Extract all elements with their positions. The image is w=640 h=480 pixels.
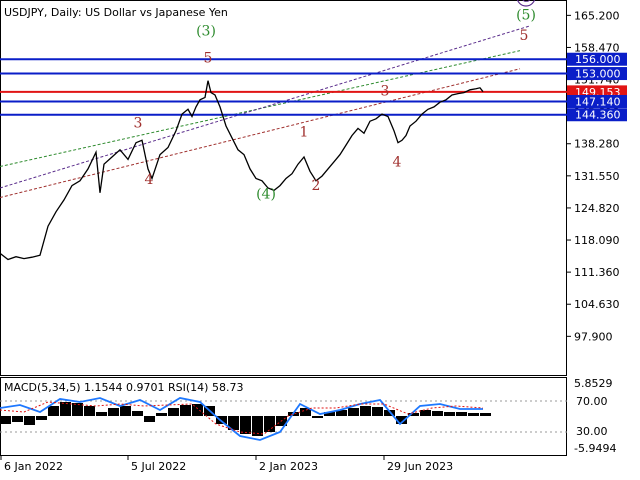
ytick-label-5: 131.550 <box>574 170 620 183</box>
macd-bar-22 <box>264 416 275 432</box>
macd-bar-9 <box>108 408 119 416</box>
level-box-label-1: 153.000 <box>575 68 621 81</box>
xtick-label-2: 2 Jan 2023 <box>259 460 318 473</box>
macd-bar-10 <box>120 406 131 416</box>
wave-label-8: 4 <box>393 155 402 171</box>
wave-label-4: (4) <box>256 186 276 202</box>
macd-bar-31 <box>372 407 383 416</box>
indicator-tick-70: 70.00 <box>576 395 608 408</box>
indicator-tick-min: -5.9494 <box>574 442 616 455</box>
ytick-label-4: 138.280 <box>574 138 620 151</box>
macd-bar-1 <box>12 416 23 422</box>
xtick-label-3: 29 Jun 2023 <box>387 460 453 473</box>
macd-bar-20 <box>240 416 251 434</box>
macd-bar-2 <box>24 416 35 425</box>
wave-label-1: 4 <box>145 172 154 188</box>
macd-bar-6 <box>72 403 83 416</box>
macd-bar-14 <box>168 408 179 416</box>
level-box-label-4: 144.360 <box>575 109 621 122</box>
macd-bar-11 <box>132 411 143 416</box>
indicator-tick-30: 30.00 <box>576 425 608 438</box>
xtick-label-1: 5 Jul 2022 <box>131 460 186 473</box>
macd-bar-15 <box>180 405 191 416</box>
indicator-tick-max: 5.8529 <box>574 377 613 390</box>
chart-title: USDJPY, Daily: US Dollar vs Japanese Yen <box>4 6 228 19</box>
macd-bar-37 <box>444 412 455 416</box>
macd-bar-29 <box>348 408 359 416</box>
wave-label-6: 2 <box>312 178 321 194</box>
wave-label-3: (3) <box>196 23 216 39</box>
macd-bar-12 <box>144 416 155 422</box>
ytick-label-8: 111.360 <box>574 266 620 279</box>
ytick-label-9: 104.630 <box>574 298 620 311</box>
ytick-label-6: 124.820 <box>574 202 620 215</box>
macd-bar-4 <box>48 406 59 416</box>
xtick-label-0: 6 Jan 2022 <box>4 460 63 473</box>
macd-bar-7 <box>84 406 95 416</box>
macd-bar-0 <box>0 416 11 424</box>
macd-bar-30 <box>360 406 371 416</box>
indicator-label: MACD(5,34,5) 1.1544 0.9701 RSI(14) 58.73 <box>4 381 243 394</box>
wave-label-5: 1 <box>300 124 309 140</box>
ytick-label-10: 97.900 <box>574 330 613 343</box>
level-box-label-3: 147.140 <box>575 95 621 108</box>
macd-bar-35 <box>420 410 431 416</box>
macd-bar-36 <box>432 411 443 416</box>
wave-label-2: 5 <box>204 51 213 67</box>
macd-bar-13 <box>156 413 167 416</box>
macd-bar-3 <box>36 416 47 420</box>
macd-bar-8 <box>96 412 107 416</box>
chart-svg: 345(3)(4)12345(5)C 165.200158.470151.740… <box>0 0 640 480</box>
macd-bar-38 <box>456 412 467 416</box>
wave-label-7: 3 <box>381 83 390 99</box>
ytick-label-7: 118.090 <box>574 234 620 247</box>
macd-bar-26 <box>312 416 323 418</box>
level-box-label-0: 156.000 <box>575 53 621 66</box>
wave-label-0: 3 <box>134 115 143 131</box>
wave-label-10: (5) <box>516 8 536 24</box>
macd-bar-40 <box>480 413 491 416</box>
price-boxes: 156.000153.000149.153147.140144.360 <box>567 52 627 122</box>
wave-label-9: 5 <box>520 28 529 44</box>
chart-root: 345(3)(4)12345(5)C 165.200158.470151.740… <box>0 0 640 480</box>
macd-bar-5 <box>60 402 71 416</box>
macd-bar-39 <box>468 413 479 416</box>
ytick-label-0: 165.200 <box>574 9 620 22</box>
